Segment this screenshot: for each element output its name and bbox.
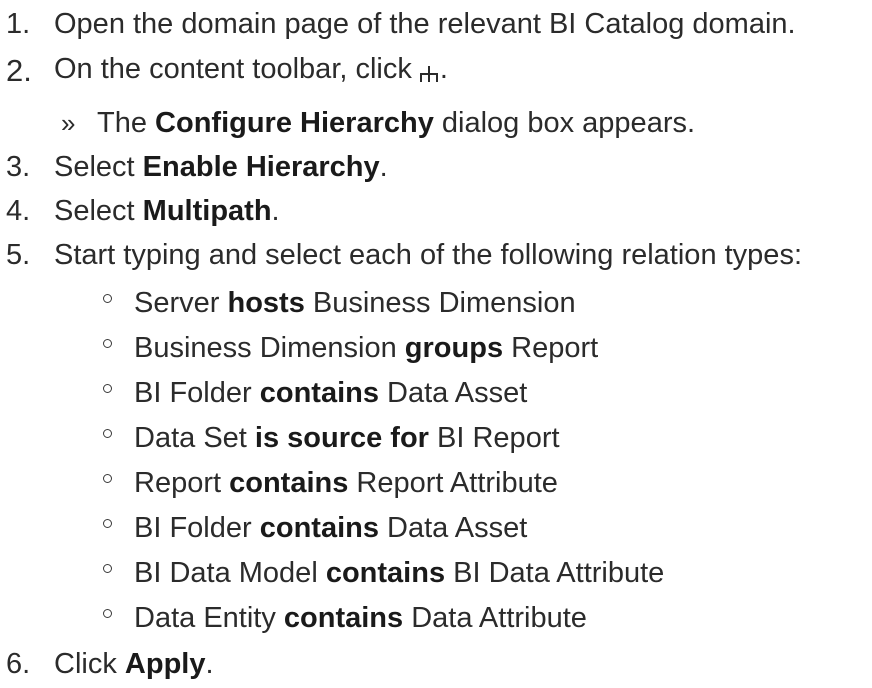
relation-target: BI Data Attribute: [453, 557, 665, 589]
step-number: 1.: [6, 8, 31, 40]
step-text-after: .: [439, 53, 448, 85]
relation-target: Data Asset: [387, 512, 528, 544]
step-number: 4.: [6, 195, 31, 227]
result-marker: »: [61, 108, 76, 138]
relation-name: hosts: [227, 287, 305, 319]
bullet-icon: [103, 564, 112, 573]
relation-source: Server: [134, 287, 220, 319]
relation-type-item: Server hosts Business Dimension: [0, 281, 576, 325]
relation-name: groups: [404, 332, 504, 364]
relation-type-item: Report contains Report Attribute: [0, 461, 558, 505]
relation-target: Report: [511, 332, 599, 364]
result-text-before: The: [97, 107, 147, 139]
relation-name: is source for: [254, 422, 429, 454]
relation-name: contains: [259, 512, 379, 544]
bullet-icon: [103, 294, 112, 303]
bullet-icon: [103, 384, 112, 393]
step-4: 4. Select Multipath.: [0, 189, 280, 233]
step-2-result: » The Configure Hierarchy dialog box appe…: [0, 101, 695, 145]
relation-source: Business Dimension: [134, 332, 397, 364]
step-1: 1. Open the domain page of the relevant B…: [0, 2, 796, 46]
step-text-after: .: [271, 195, 280, 227]
relation-name: contains: [325, 557, 446, 589]
relation-name: contains: [259, 377, 379, 409]
relation-type-item: Business Dimension groups Report: [0, 326, 598, 370]
step-text: Open the domain page of the relevant BI …: [54, 8, 796, 40]
step-number: 6.: [6, 648, 31, 680]
dialog-name: Configure Hierarchy: [155, 107, 434, 139]
relation-source: Data Set: [134, 422, 247, 454]
step-text-before: Select: [54, 195, 135, 227]
step-5: 5. Start typing and select each of the fo…: [0, 233, 802, 277]
step-number: 3.: [6, 151, 31, 183]
relation-type-item: BI Data Model contains BI Data Attribute: [0, 551, 664, 595]
relation-type-item: BI Folder contains Data Asset: [0, 506, 527, 550]
relation-type-item: Data Set is source for BI Report: [0, 416, 560, 460]
relation-name: contains: [283, 602, 404, 634]
relation-target: BI Report: [437, 422, 560, 454]
option-name: Multipath: [142, 195, 272, 227]
relation-source: BI Data Model: [134, 557, 318, 589]
relation-type-item: BI Folder contains Data Asset: [0, 371, 527, 415]
relation-type-item: Data Entity contains Data Attribute: [0, 596, 587, 640]
bullet-icon: [103, 519, 112, 528]
step-3: 3. Select Enable Hierarchy.: [0, 145, 388, 189]
step-number: 5.: [6, 239, 31, 271]
step-text: Start typing and select each of the foll…: [54, 239, 802, 271]
relation-target: Data Asset: [387, 377, 528, 409]
result-text-after: dialog box appears.: [441, 107, 696, 139]
hierarchy-icon: [418, 54, 440, 83]
relation-name: contains: [229, 467, 349, 499]
option-name: Enable Hierarchy: [142, 151, 380, 183]
bullet-icon: [103, 429, 112, 438]
bullet-icon: [103, 474, 112, 483]
bullet-icon: [103, 339, 112, 348]
bullet-icon: [103, 609, 112, 618]
step-number: 2.: [6, 53, 32, 88]
instructions-document: 1. Open the domain page of the relevant B…: [0, 0, 872, 688]
apply-button-label: Apply: [124, 648, 206, 680]
step-text-before: On the content toolbar, click: [54, 53, 412, 85]
relation-source: Report: [134, 467, 222, 499]
step-text-after: .: [205, 648, 214, 680]
step-6: 6. Click Apply.: [0, 642, 214, 686]
relation-target: Report Attribute: [356, 467, 558, 499]
step-text-after: .: [379, 151, 388, 183]
relation-source: Data Entity: [134, 602, 276, 634]
relation-source: BI Folder: [134, 512, 252, 544]
relation-source: BI Folder: [134, 377, 252, 409]
step-2: 2. On the content toolbar, click.: [0, 46, 448, 90]
step-text-before: Click: [54, 648, 117, 680]
step-text-before: Select: [54, 151, 135, 183]
relation-target: Business Dimension: [312, 287, 576, 319]
relation-target: Data Attribute: [411, 602, 587, 634]
